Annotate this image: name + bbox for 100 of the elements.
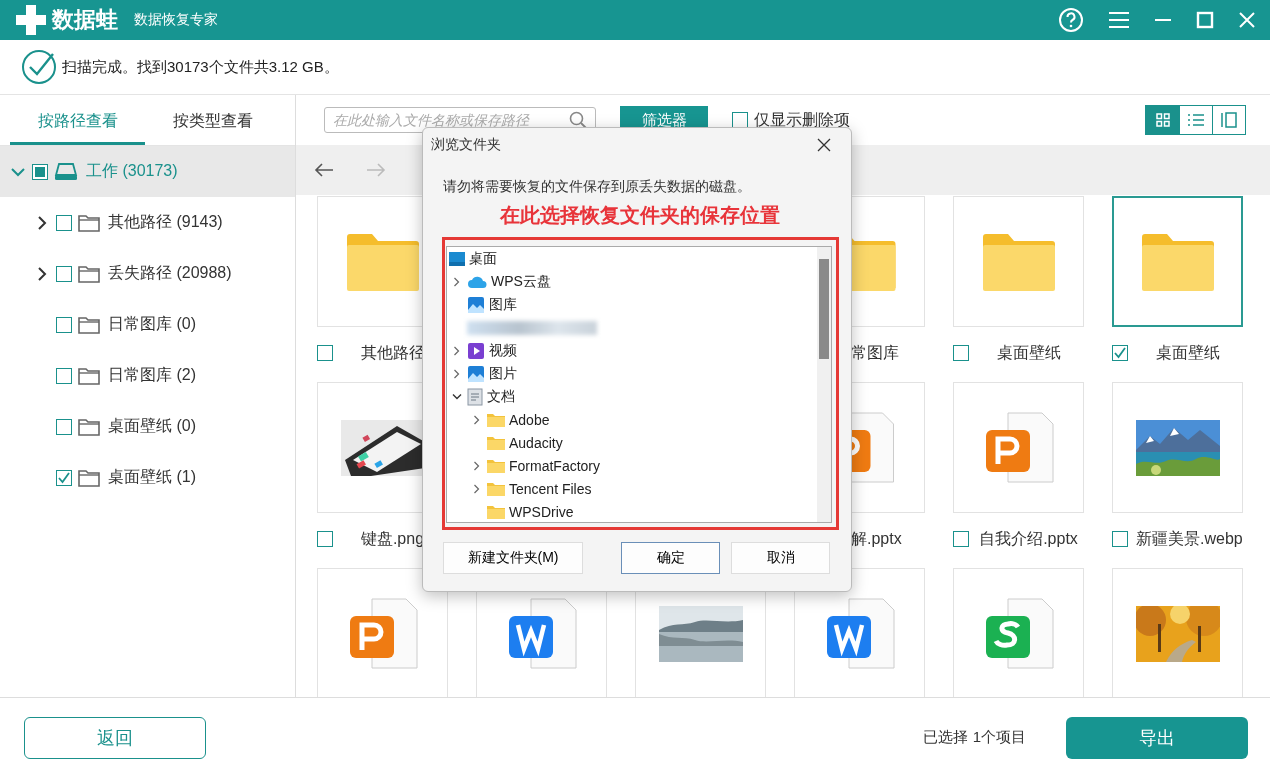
file-name: 新疆美景.webp (1136, 528, 1244, 549)
folder-icon (78, 366, 100, 385)
folder-name[interactable]: 视频 (489, 341, 517, 360)
chevron-right-icon[interactable] (37, 265, 47, 282)
checkbox[interactable] (1112, 531, 1128, 547)
checkbox[interactable] (56, 469, 72, 486)
file-name: 解.pptx (851, 528, 902, 549)
file-name: 桌面壁纸 (995, 342, 1062, 363)
dialog-message: 请勿将需要恢复的文件保存到原丢失数据的磁盘。 (443, 178, 752, 196)
tree-item[interactable]: 其他路径 (9143) (0, 197, 295, 248)
back-button[interactable]: 返回 (24, 716, 206, 759)
checkbox[interactable] (56, 265, 72, 282)
folder-icon (487, 481, 505, 496)
annotation-text: 在此选择恢复文件夹的保存位置 (499, 203, 781, 228)
checkbox[interactable] (32, 163, 48, 180)
folder-icon (78, 468, 100, 487)
folder-name[interactable]: Audacity (509, 434, 563, 451)
tree-item[interactable]: 丢失路径 (20988) (0, 248, 295, 299)
tree-label: 日常图库 (2) (108, 365, 196, 385)
checkbox[interactable] (56, 214, 72, 231)
folder-name[interactable]: 图库 (489, 295, 517, 314)
grid-icon (1155, 113, 1170, 127)
dialog-button[interactable]: 取消 (731, 542, 830, 574)
tree-label: 桌面壁纸 (0) (108, 416, 196, 436)
checkbox[interactable] (56, 367, 72, 384)
checkbox[interactable] (1112, 345, 1128, 361)
image-icon (467, 364, 485, 383)
folder-icon (487, 412, 505, 427)
help-icon[interactable] (1058, 7, 1084, 33)
columns-icon (1220, 112, 1238, 128)
scan-status-text: 扫描完成。找到30173个文件共3.12 GB。 (62, 57, 339, 77)
document-file-icon (824, 597, 895, 670)
folder-icon (487, 504, 505, 519)
dialog-title: 浏览文件夹 (431, 136, 501, 154)
spreadsheet-file-icon (983, 597, 1054, 670)
tree-item[interactable]: 桌面壁纸 (0) (0, 401, 295, 452)
folder-icon (487, 458, 505, 473)
selection-summary: 已选择 1个项目 (923, 728, 1026, 747)
drive-icon (54, 162, 78, 181)
folder-icon (346, 232, 419, 291)
app-logo: 数据蛙 (52, 6, 118, 34)
check-circle-icon (20, 48, 58, 86)
file-name: 桌面壁纸 (1154, 342, 1221, 363)
chevron-down-icon[interactable] (452, 393, 462, 400)
checkbox[interactable] (953, 345, 969, 361)
checkbox[interactable] (317, 531, 333, 547)
view-tab[interactable]: 按类型查看 (145, 95, 280, 145)
tree-label: 工作 (30173) (86, 161, 178, 181)
tree-item[interactable]: 桌面壁纸 (1) (0, 452, 295, 503)
document-icon (467, 387, 483, 406)
file-name: 自我介绍.pptx (978, 528, 1079, 549)
tree-label: 桌面壁纸 (1) (108, 467, 196, 487)
close-icon[interactable] (817, 138, 831, 152)
view-toggle[interactable] (1146, 106, 1179, 134)
file-name: 常图库 (851, 342, 899, 363)
maximize-icon[interactable] (1196, 11, 1214, 29)
tree-label: 其他路径 (9143) (108, 212, 223, 232)
checkbox[interactable] (56, 418, 72, 435)
folder-icon (78, 213, 100, 232)
checkbox[interactable] (732, 112, 748, 128)
cross-logo-icon (16, 5, 46, 35)
scrollbar[interactable] (817, 247, 831, 522)
checkbox-label: 仅显示删除项 (754, 109, 850, 130)
folder-name[interactable]: 文档 (487, 387, 515, 406)
folder-name[interactable]: 桌面 (469, 249, 497, 268)
dialog-button[interactable]: 确定 (621, 542, 720, 574)
app-subtitle: 数据恢复专家 (134, 11, 218, 29)
search-field[interactable]: 在此处输入文件名称或保存路径 (324, 107, 596, 133)
export-button[interactable]: 导出 (1066, 716, 1248, 759)
folder-name[interactable]: 图片 (489, 364, 517, 383)
image-icon (467, 295, 485, 314)
tree-label: 日常图库 (0) (108, 314, 196, 334)
folder-name[interactable]: Adobe (509, 411, 550, 428)
folder-name[interactable]: FormatFactory (509, 457, 600, 474)
folder-name[interactable]: WPSDrive (509, 503, 574, 520)
folder-icon (1141, 232, 1214, 291)
folder-name[interactable]: Tencent Files (509, 480, 592, 497)
folder-icon (982, 232, 1055, 291)
folder-icon (78, 417, 100, 436)
checkbox[interactable] (953, 531, 969, 547)
tree-label: 丢失路径 (20988) (108, 263, 232, 283)
folder-icon (78, 315, 100, 334)
tree-item[interactable]: 日常图库 (0) (0, 299, 295, 350)
tree-item[interactable]: 日常图库 (2) (0, 350, 295, 401)
desktop-icon (449, 251, 465, 266)
search-icon[interactable] (569, 111, 587, 129)
back-arrow-icon[interactable] (314, 163, 334, 177)
menu-icon[interactable] (1108, 10, 1130, 30)
folder-icon (78, 264, 100, 283)
checkbox[interactable] (317, 345, 333, 361)
cloud-icon (467, 275, 487, 288)
chevron-right-icon[interactable] (37, 214, 47, 231)
presentation-file-icon (347, 597, 418, 670)
presentation-file-icon (983, 411, 1054, 484)
dialog-button[interactable]: 新建文件夹(M) (443, 542, 583, 574)
checkbox[interactable] (56, 316, 72, 333)
folder-name[interactable]: WPS云盘 (491, 272, 551, 291)
minimize-icon[interactable] (1154, 18, 1172, 22)
document-file-icon (506, 597, 577, 670)
video-icon (467, 341, 485, 360)
